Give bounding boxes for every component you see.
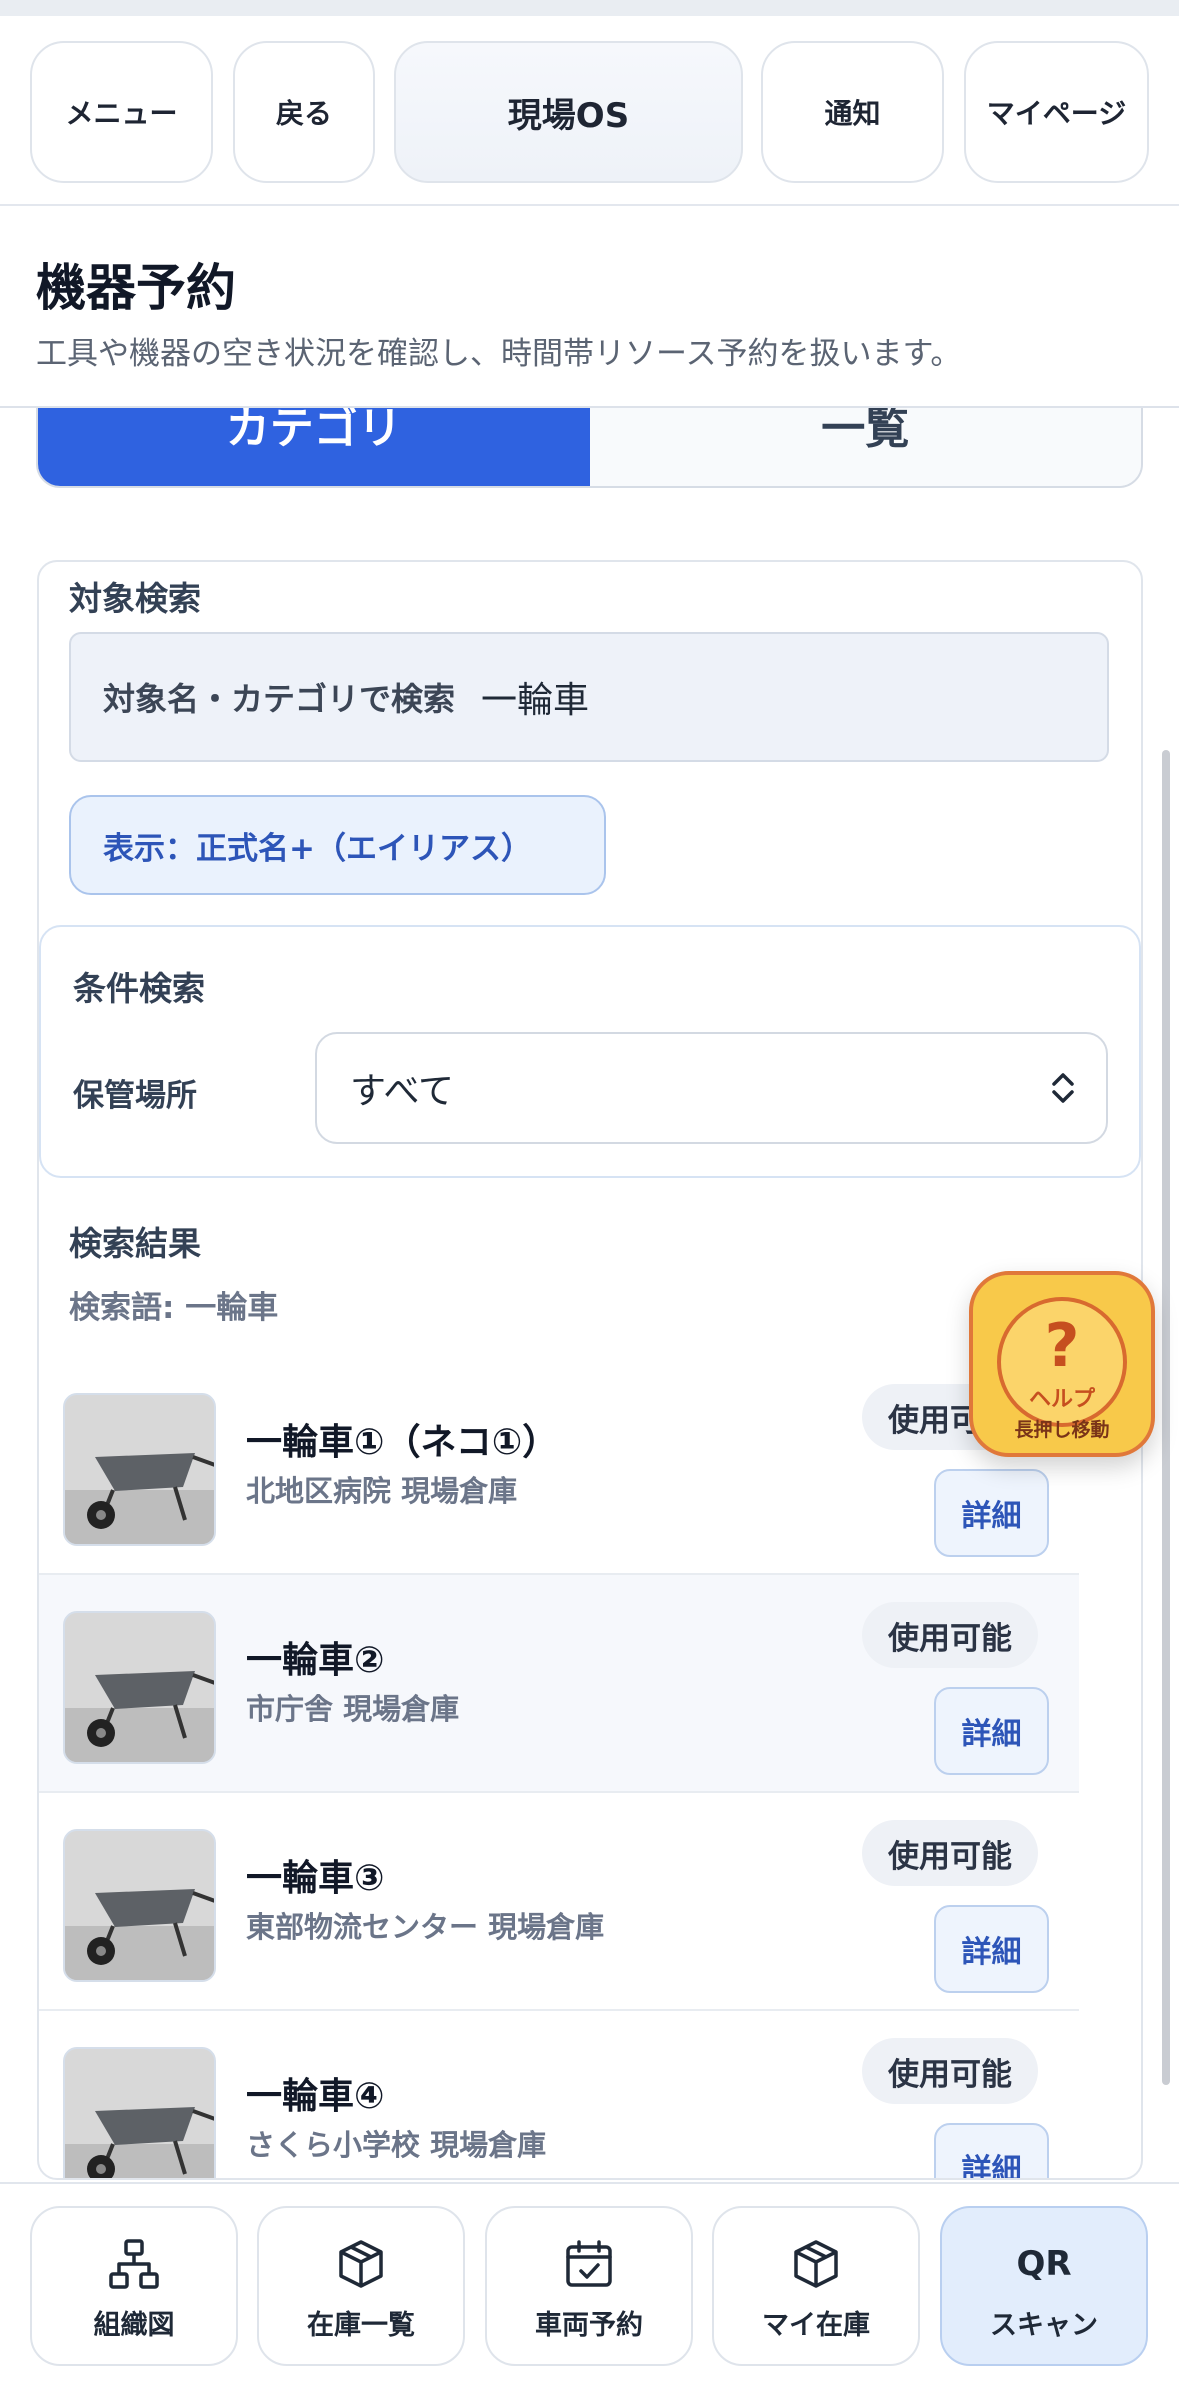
detail-button[interactable]: 詳細 [934,1905,1049,1993]
page-title: 機器予約 [36,259,236,317]
item-name: 一輪車④ [246,2076,385,2117]
detail-button[interactable]: 詳細 [934,2123,1049,2178]
search-value: 一輪車 [481,680,590,721]
qr-label: QR [1016,2244,1072,2284]
app-screen: { "header": { "menu_label": "メニュー", "bac… [0,0,1179,2395]
help-icon: ? ヘルプ [997,1297,1127,1427]
wheelbarrow-image [63,1393,216,1546]
status-badge: 使用可能 [862,2038,1038,2104]
bottom-nav: 組織図 在庫一覧 車両予約 マイ在庫 QR スキャン [0,2182,1179,2395]
nav-label: マイ在庫 [762,2310,870,2341]
status-badge: 使用可能 [862,1820,1038,1886]
filter-section-label: 条件検索 [73,969,205,1008]
list-item[interactable]: 一輪車③ 東部物流センター 現場倉庫 使用可能 詳細 [39,1793,1079,2011]
nav-label: 在庫一覧 [307,2310,415,2341]
header-nav: メニュー 戻る 現場OS 通知 マイページ [0,16,1179,206]
menu-button[interactable]: メニュー [30,41,213,183]
location-select[interactable]: すべて [315,1032,1108,1144]
help-sub-label: 長押し移動 [1014,1419,1110,1441]
search-placeholder: 対象名・カテゴリで検索 [103,680,456,718]
list-item[interactable]: 一輪車② 市庁舎 現場倉庫 使用可能 詳細 [39,1575,1079,1793]
nav-org-chart[interactable]: 組織図 [30,2206,238,2366]
search-input[interactable]: 対象名・カテゴリで検索 一輪車 [69,632,1109,762]
question-mark-icon: ? [1044,1311,1080,1381]
list-item[interactable]: 一輪車①（ネコ①） 北地区病院 現場倉庫 使用可能 詳細 [39,1357,1079,1575]
detail-button[interactable]: 詳細 [934,1469,1049,1557]
chevron-updown-icon [1052,1073,1074,1103]
nav-qr-scan[interactable]: QR スキャン [940,2206,1148,2366]
notification-button[interactable]: 通知 [761,41,944,183]
status-strip [0,0,1179,16]
page-heading: 機器予約 工具や機器の空き状況を確認し、時間帯リソース予約を扱います。 [0,208,1179,408]
detail-button[interactable]: 詳細 [934,1687,1049,1775]
wheelbarrow-image [63,1611,216,1764]
mypage-button[interactable]: マイページ [964,41,1149,183]
location-select-value: すべて [350,1071,455,1112]
nav-label: スキャン [990,2310,1098,2341]
box-icon [259,2238,463,2290]
filter-panel: 条件検索 保管場所 すべて [39,925,1141,1178]
nav-label: 組織図 [93,2310,175,2341]
item-name: 一輪車③ [246,1858,385,1899]
search-section-label: 対象検索 [69,579,201,618]
item-location: 東部物流センター 現場倉庫 [246,1910,605,1944]
status-badge: 使用可能 [862,1602,1038,1668]
display-mode-toggle[interactable]: 表示：正式名+（エイリアス） [69,795,606,895]
item-location: 北地区病院 現場倉庫 [246,1474,518,1508]
scrollbar[interactable] [1162,750,1170,2085]
back-button[interactable]: 戻る [233,41,375,183]
item-location: さくら小学校 現場倉庫 [246,2128,547,2162]
item-name: 一輪車② [246,1640,385,1681]
box-icon [714,2238,918,2290]
location-label: 保管場所 [73,1078,197,1114]
nav-vehicle-reservation[interactable]: 車両予約 [485,2206,693,2366]
results-search-term: 検索語: 一輪車 [69,1290,279,1326]
item-name: 一輪車①（ネコ①） [246,1422,559,1463]
calendar-check-icon [487,2238,691,2290]
item-location: 市庁舎 現場倉庫 [246,1692,460,1726]
nav-label: 車両予約 [535,2310,643,2341]
help-button[interactable]: ? ヘルプ 長押し移動 [969,1271,1155,1457]
list-item[interactable]: 一輪車④ さくら小学校 現場倉庫 使用可能 詳細 [39,2011,1079,2178]
wheelbarrow-image [63,1829,216,1982]
wheelbarrow-image [63,2047,216,2178]
nav-my-inventory[interactable]: マイ在庫 [712,2206,920,2366]
app-title-button[interactable]: 現場OS [394,41,743,183]
nav-inventory[interactable]: 在庫一覧 [257,2206,465,2366]
org-chart-icon [32,2238,236,2290]
results-section-label: 検索結果 [69,1224,201,1263]
page-description: 工具や機器の空き状況を確認し、時間帯リソース予約を扱います。 [36,336,962,372]
help-label: ヘルプ [1028,1387,1095,1412]
